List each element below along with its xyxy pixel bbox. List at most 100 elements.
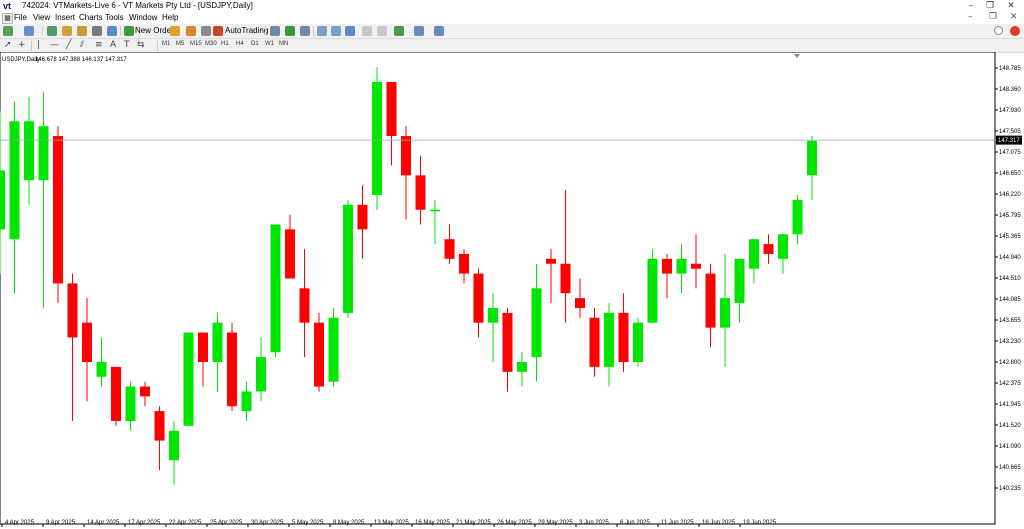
- x-tick-label: 29 May 2025: [538, 520, 573, 526]
- mdi-minimize-icon[interactable]: –: [968, 12, 973, 22]
- signals-icon[interactable]: [201, 26, 211, 36]
- mdi-close-icon[interactable]: ✕: [1010, 12, 1018, 22]
- chart-shift-icon[interactable]: [362, 26, 372, 36]
- candle: [647, 249, 658, 323]
- market-icon[interactable]: [186, 26, 196, 36]
- timeframe-w1[interactable]: W1: [265, 41, 274, 47]
- zoom-in-icon[interactable]: [317, 26, 327, 36]
- data-window-icon[interactable]: [62, 26, 72, 36]
- autotrading-button[interactable]: AutoTrading: [225, 26, 268, 35]
- line-chart-icon[interactable]: [300, 26, 310, 36]
- plot-area[interactable]: [0, 52, 996, 525]
- autoscroll-icon[interactable]: [377, 26, 387, 36]
- minimize-icon[interactable]: –: [962, 0, 980, 12]
- cursor-icon[interactable]: ➚: [4, 40, 12, 50]
- arrows-icon[interactable]: ⇆: [137, 40, 145, 50]
- candle-body: [546, 258, 556, 264]
- text-label-icon[interactable]: T: [124, 40, 130, 50]
- y-tick-label: 147.505: [999, 129, 1021, 135]
- y-tick-label: 144.940: [999, 255, 1021, 261]
- candle: [53, 126, 63, 304]
- channel-icon[interactable]: ⫽: [80, 40, 84, 50]
- text-icon[interactable]: A: [110, 40, 116, 50]
- y-tick-label: 141.090: [999, 444, 1021, 450]
- candle-body: [589, 317, 600, 367]
- menu-file[interactable]: File: [14, 13, 27, 22]
- candle-body: [401, 136, 411, 176]
- metaeditor-icon[interactable]: [170, 26, 180, 36]
- y-tick-label: 144.510: [999, 276, 1021, 282]
- candle: [328, 307, 339, 387]
- y-tick-label: 144.085: [999, 297, 1021, 303]
- chart-window-icon[interactable]: ▦: [2, 13, 13, 24]
- x-tick-label: 21 May 2025: [456, 520, 491, 526]
- timeframe-m5[interactable]: M5: [176, 41, 184, 47]
- x-tick-label: 5 May 2025: [292, 520, 324, 526]
- menu-tools[interactable]: Tools: [105, 13, 124, 22]
- y-tick-label: 140.235: [999, 486, 1021, 492]
- candle-body: [749, 239, 759, 269]
- fibonacci-icon[interactable]: ≡: [95, 40, 103, 50]
- indicators-icon[interactable]: [394, 26, 404, 36]
- zoom-out-icon[interactable]: [331, 26, 341, 36]
- candle-body: [517, 362, 527, 372]
- timeframe-m15[interactable]: M15: [190, 41, 202, 47]
- terminal-icon[interactable]: [92, 26, 102, 36]
- trendline-icon[interactable]: ╱: [66, 40, 71, 50]
- new-order-icon[interactable]: [124, 26, 134, 36]
- timeframe-mn[interactable]: MN: [279, 41, 288, 47]
- standard-toolbar: New Order AutoTrading: [0, 24, 1024, 39]
- vertical-line-icon[interactable]: |: [37, 40, 40, 50]
- profiles-icon[interactable]: [24, 26, 34, 36]
- candle-body: [560, 263, 571, 294]
- alert-icon[interactable]: [1010, 26, 1020, 36]
- mdi-restore-icon[interactable]: ❐: [989, 12, 997, 22]
- bar-chart-icon[interactable]: [270, 26, 280, 36]
- new-order-button[interactable]: New Order: [135, 26, 174, 35]
- timeframe-h1[interactable]: H1: [221, 41, 229, 47]
- market-watch-icon[interactable]: [47, 26, 57, 36]
- restore-icon[interactable]: ❐: [981, 0, 999, 12]
- x-tick-label: 25 Apr 2025: [210, 520, 243, 526]
- navigator-icon[interactable]: [77, 26, 87, 36]
- timeframe-m30[interactable]: M30: [205, 41, 217, 47]
- menu-help[interactable]: Help: [162, 13, 178, 22]
- new-chart-icon[interactable]: [3, 26, 13, 36]
- search-icon[interactable]: [994, 26, 1003, 35]
- close-icon[interactable]: ✕: [1002, 0, 1020, 12]
- candlestick-chart[interactable]: USDJPY,Daily 146.678 147.388 146.137 147…: [0, 52, 1024, 529]
- timeframe-d1[interactable]: D1: [251, 41, 259, 47]
- periods-icon[interactable]: [414, 26, 424, 36]
- timeframe-h4[interactable]: H4: [236, 41, 244, 47]
- y-tick-label: 141.945: [999, 402, 1021, 408]
- candle-body: [705, 273, 716, 328]
- x-tick-label: 19 Jun 2025: [743, 520, 777, 526]
- y-tick-label: 142.800: [999, 360, 1021, 366]
- x-tick-label: 17 Apr 2025: [128, 520, 161, 526]
- menu-insert[interactable]: Insert: [55, 13, 75, 22]
- menu-charts[interactable]: Charts: [79, 13, 103, 22]
- candlesticks-icon[interactable]: [285, 26, 295, 36]
- menu-view[interactable]: View: [33, 13, 50, 22]
- menu-window[interactable]: Window: [129, 13, 157, 22]
- tile-windows-icon[interactable]: [345, 26, 355, 36]
- timeframe-m1[interactable]: M1: [162, 41, 170, 47]
- candle-body: [9, 121, 20, 240]
- candle-body: [691, 263, 701, 269]
- candle-body: [343, 204, 353, 313]
- templates-icon[interactable]: [434, 26, 444, 36]
- y-tick-label: 143.655: [999, 318, 1021, 324]
- x-tick-label: 30 Apr 2025: [251, 520, 284, 526]
- candle: [270, 224, 281, 358]
- candle-body: [24, 121, 34, 181]
- chart-window[interactable]: USDJPY,Daily 146.678 147.388 146.137 147…: [0, 52, 1024, 529]
- candle-body: [169, 430, 179, 461]
- candle-body: [198, 332, 208, 362]
- horizontal-line-icon[interactable]: —: [50, 40, 59, 50]
- y-tick-label: 142.375: [999, 381, 1021, 387]
- autotrading-icon[interactable]: [213, 26, 223, 36]
- crosshair-icon[interactable]: +: [18, 40, 26, 50]
- candle-body: [212, 322, 223, 362]
- y-tick-label: 146.650: [999, 171, 1021, 177]
- strategy-tester-icon[interactable]: [107, 26, 117, 36]
